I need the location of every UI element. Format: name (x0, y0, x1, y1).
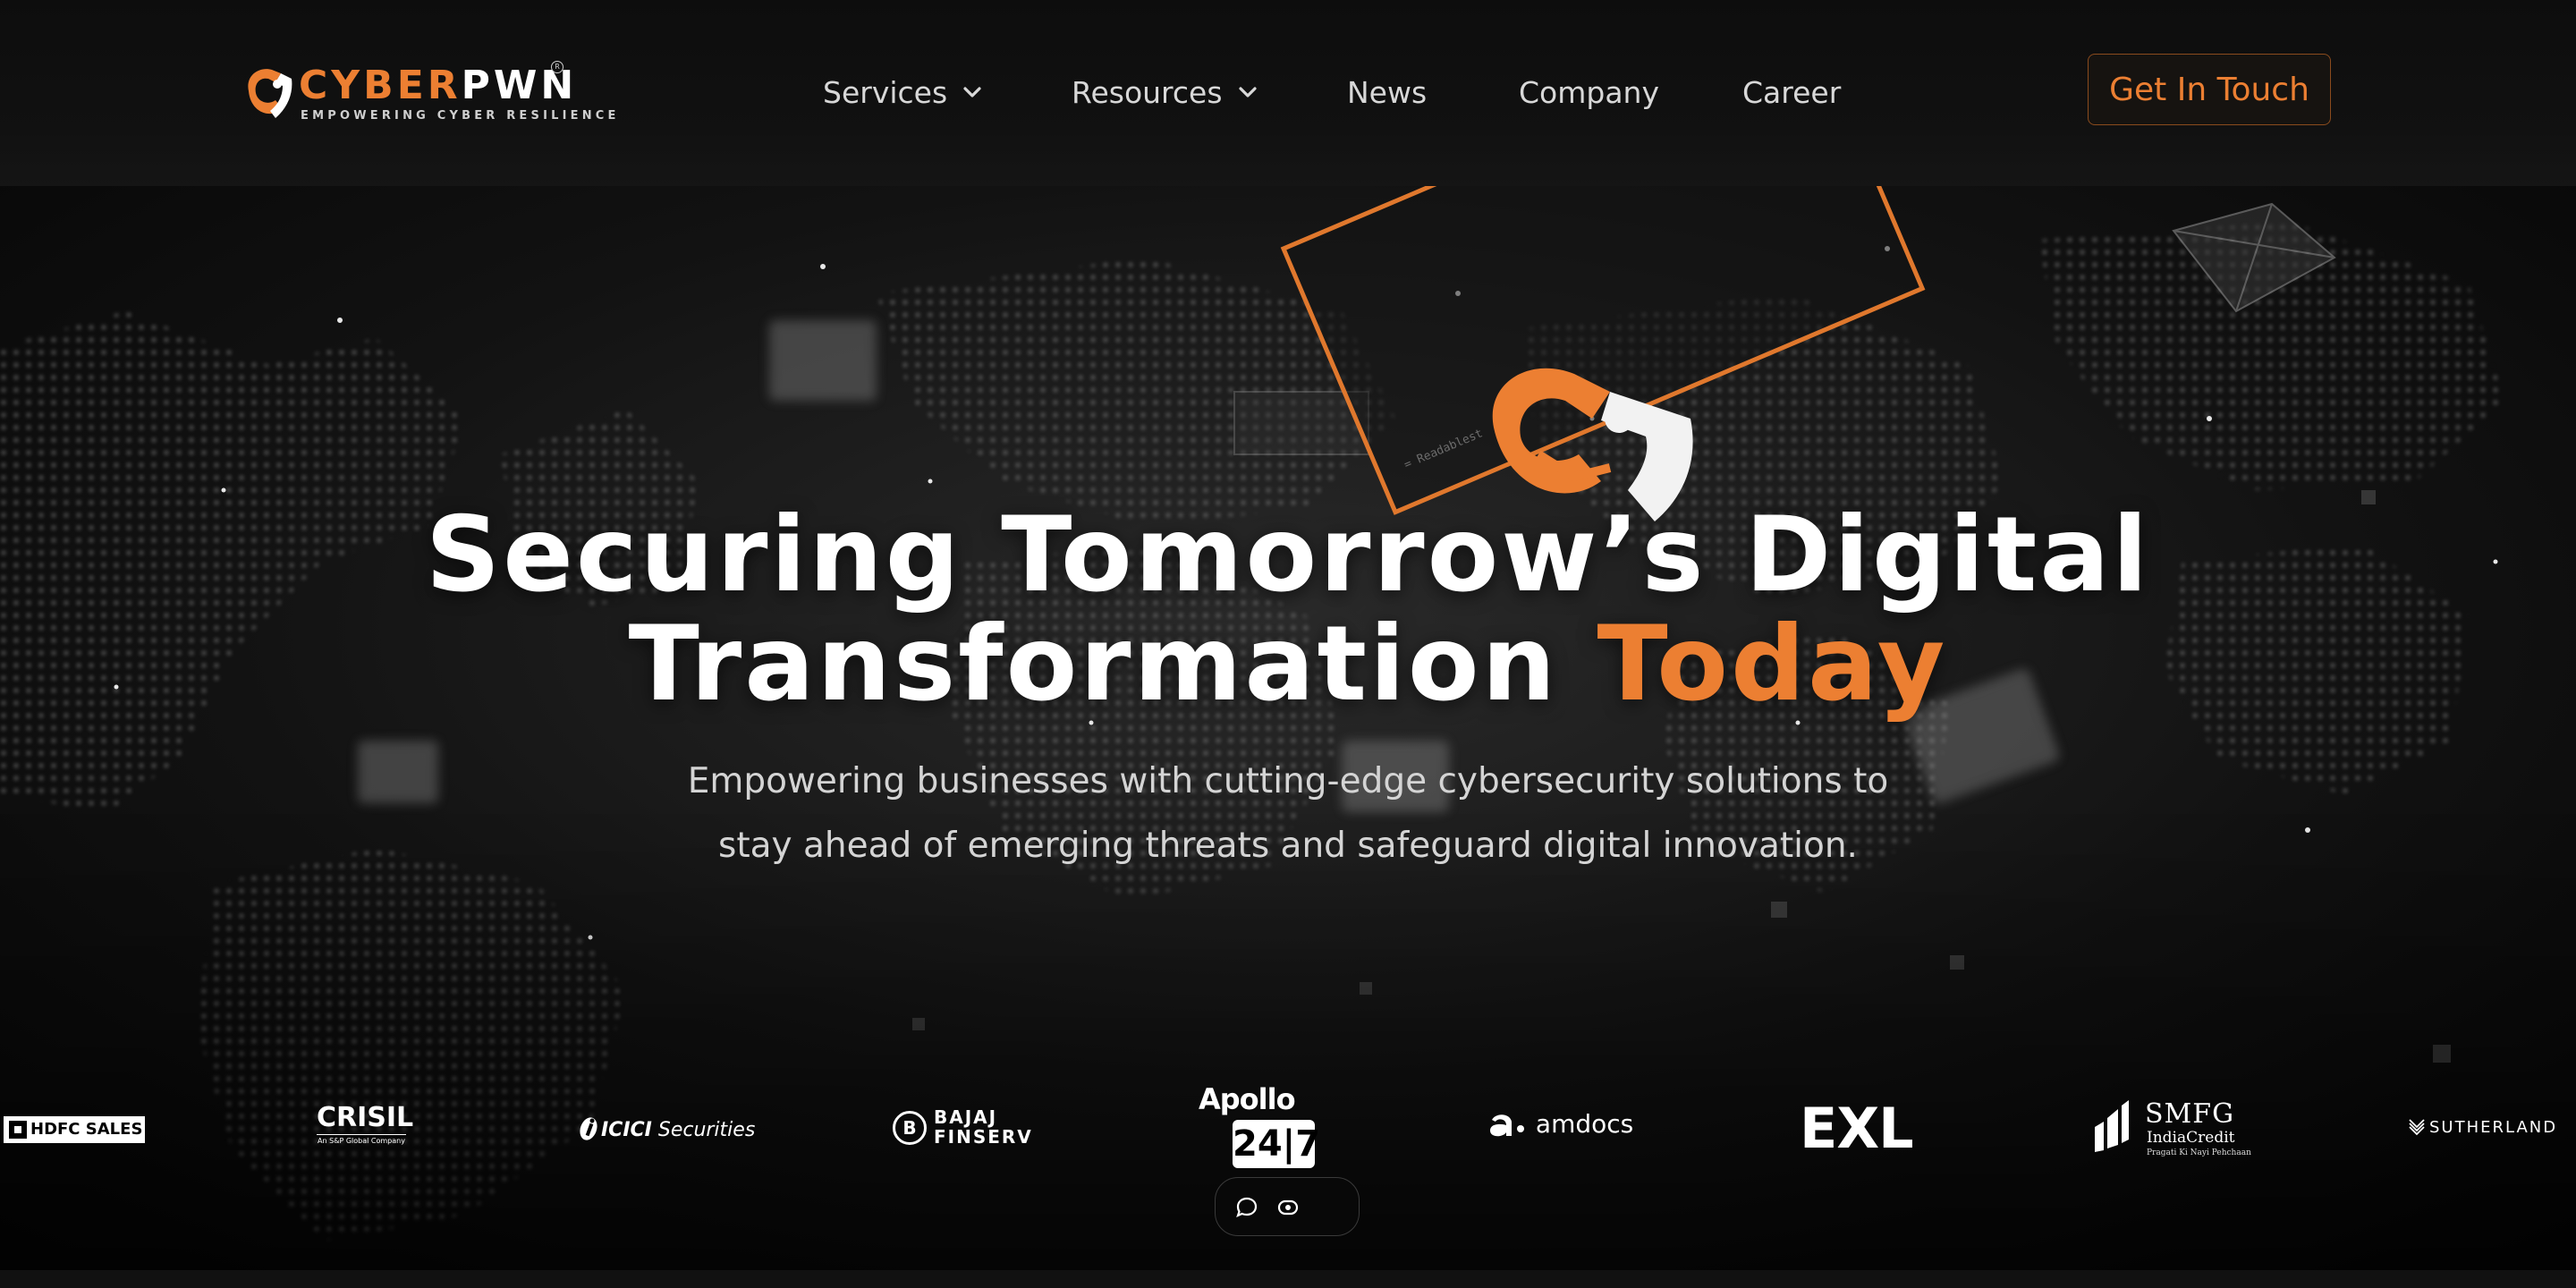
hero-title-accent: Today (1597, 604, 1948, 724)
page: fn.init(secure) 0x4f 0x2a 0x91 readable.… (0, 0, 2576, 1288)
client-logo-crisil: CRISIL An S&P Global Company (317, 1102, 414, 1145)
icici-bold-label: ICICI (601, 1119, 652, 1141)
crisil-label: CRISIL (317, 1102, 414, 1133)
brand-wordmark: CYBERPWN (299, 63, 577, 109)
nav-item-company[interactable]: Company (1519, 70, 1659, 114)
smfg-tagline: Pragati Ki Nayi Pehchaan (2147, 1148, 2251, 1157)
nav-label-career: Career (1742, 74, 1842, 110)
nav-label-resources: Resources (1072, 74, 1223, 110)
hdfc-mark-icon (9, 1121, 27, 1139)
nav-item-news[interactable]: News (1347, 70, 1427, 114)
apollo-247-badge: 24|7 (1233, 1120, 1320, 1168)
amdocs-label: amdocs (1535, 1109, 1634, 1139)
chevron-down-icon (963, 87, 981, 97)
hero-subtitle-line1: Empowering businesses with cutting-edge … (687, 761, 1889, 801)
client-logo-icici-securities: ICICI Securities (578, 1114, 755, 1141)
hero-title-line2-main: Transformation (628, 604, 1597, 724)
bajaj-label: BAJAJ FINSERV (934, 1107, 1033, 1147)
hero-title: Securing Tomorrow’s Digital Transformati… (0, 501, 2576, 719)
icici-mark-icon (580, 1117, 597, 1140)
smfg-label: SMFG (2145, 1098, 2235, 1130)
hdfc-label: HDFC SALES (30, 1120, 143, 1139)
smfg-sublabel: IndiaCredit (2147, 1129, 2235, 1147)
brand-name-part1: CYBER (299, 63, 462, 108)
bajaj-mark-icon: B (893, 1111, 927, 1145)
client-logo-apollo-247: Apollo 24|7 (1199, 1082, 1320, 1168)
crisil-sublabel: An S&P Global Company (317, 1134, 406, 1145)
hero-title-line1: Securing Tomorrow’s Digital (425, 495, 2151, 615)
client-logo-hdfc-sales: HDFC SALES (4, 1116, 145, 1143)
client-logo-strip: HDFC SALES CRISIL An S&P Global Company … (0, 1073, 2576, 1190)
amdocs-mark-icon (1490, 1114, 1524, 1137)
hero-title-line2: Transformation Today (0, 610, 2576, 719)
hero-subtitle-line2: stay ahead of emerging threats and safeg… (718, 826, 1858, 866)
hero-subtitle: Empowering businesses with cutting-edge … (0, 750, 2576, 878)
get-in-touch-button[interactable]: Get In Touch (2088, 54, 2331, 125)
bajaj-line1: BAJAJ (934, 1106, 998, 1128)
apollo-label: Apollo (1199, 1082, 1296, 1116)
nav-item-services[interactable]: Services (823, 70, 985, 114)
registered-mark: R (551, 61, 564, 73)
shield-logo-icon (248, 69, 292, 118)
smfg-mark-icon (2095, 1100, 2129, 1152)
chevron-down-icon (1238, 87, 1257, 97)
nav-item-resources[interactable]: Resources (1072, 70, 1260, 114)
site-logo[interactable]: CYBERPWN R EMPOWERING CYBER RESILIENCE (242, 61, 615, 125)
nav-item-career[interactable]: Career (1742, 70, 1841, 114)
chat-bubble-icon[interactable] (1235, 1196, 1258, 1219)
nav-label-services: Services (823, 74, 948, 110)
client-logo-exl: EXL (1800, 1096, 1914, 1161)
page-bottom-edge (0, 1270, 2576, 1288)
brand-tagline: EMPOWERING CYBER RESILIENCE (301, 109, 620, 123)
eye-icon[interactable] (1276, 1196, 1300, 1219)
nav-label-company: Company (1519, 74, 1659, 110)
site-header: CYBERPWN R EMPOWERING CYBER RESILIENCE S… (0, 0, 2576, 186)
sutherland-mark-icon (2409, 1119, 2425, 1136)
icici-rest-label: Securities (651, 1119, 756, 1141)
nav-label-news: News (1347, 74, 1428, 110)
client-logo-sutherland: SUTHERLAND (2408, 1118, 2557, 1137)
client-logo-amdocs: amdocs (1487, 1109, 1633, 1140)
floating-chat-widget[interactable] (1215, 1177, 1360, 1236)
bajaj-line2: FINSERV (934, 1126, 1033, 1148)
sutherland-label: SUTHERLAND (2429, 1118, 2558, 1137)
